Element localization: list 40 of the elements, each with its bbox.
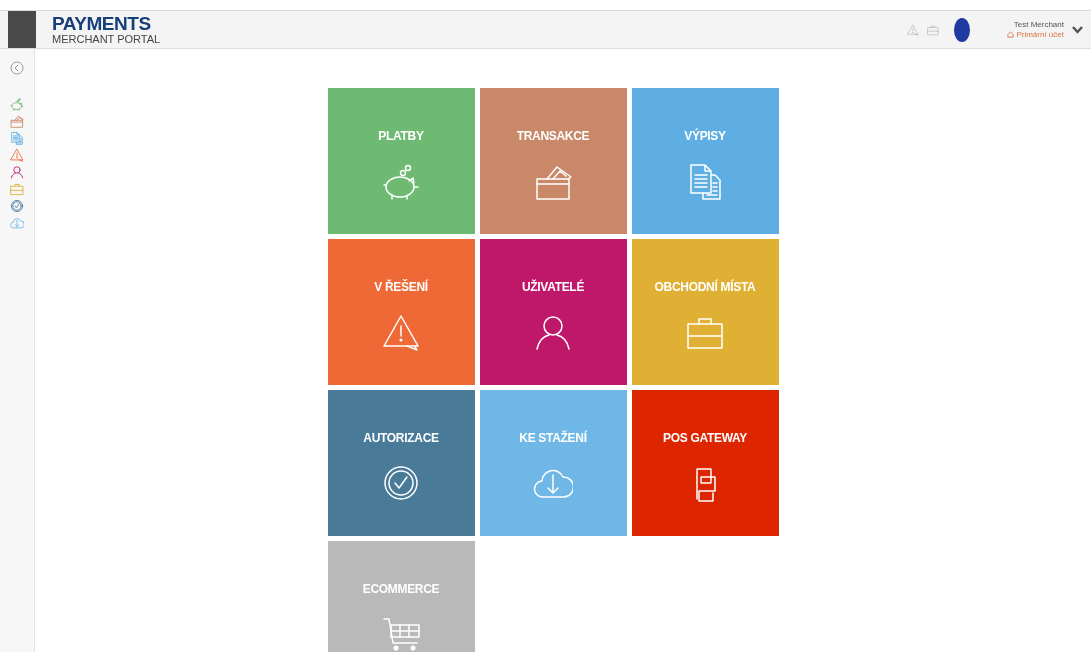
collapse-icon[interactable] [10,61,24,75]
cloud-download-icon [10,216,24,230]
user-icon [10,165,24,179]
tile-label: ECOMMERCE [362,581,440,598]
tile-label: POS GATEWAY [662,430,748,447]
warning-icon [10,148,24,162]
dashboard-tile[interactable]: TRANSAKCE [479,88,627,234]
briefcase-icon [927,23,940,36]
brand-subtitle: MERCHANT PORTAL [52,34,161,45]
tile-label: TRANSAKCE [516,128,590,145]
tile-label: UŽIVATELÉ [521,278,585,296]
warning-icon [907,23,920,36]
tile-label: VÝPISY [684,127,726,145]
dashboard-tile[interactable]: AUTORIZACE [327,390,475,536]
check-badge-icon [381,463,421,503]
dashboard-tile[interactable]: UŽIVATELÉ [479,239,627,385]
documents-icon [10,131,24,145]
dashboard-tile[interactable]: ECOMMERCE [327,541,475,652]
dashboard-tile[interactable]: V ŘEŠENÍ [327,239,475,385]
dashboard-tile[interactable]: KE STAŽENÍ [479,390,627,536]
dashboard-tile[interactable]: OBCHODNÍ MÍSTA [631,239,779,385]
dashboard-tile[interactable]: PLATBY [327,88,475,234]
tile-label: AUTORIZACE [363,430,439,447]
dashboard-tile[interactable]: VÝPISY [631,88,779,234]
account-link[interactable]: Primární účet [1016,29,1064,40]
user-name: Test Merchant [1013,19,1064,30]
piggy-bank-icon [10,97,24,111]
home-icon [1007,31,1015,38]
chevron-down-icon[interactable] [1072,25,1083,34]
tile-label: KE STAŽENÍ [519,429,587,447]
credit-card-icon [10,114,24,128]
dashboard-tile[interactable]: POS GATEWAY [631,390,779,536]
check-badge-icon [10,199,24,213]
tile-label: V ŘEŠENÍ [374,278,428,296]
warning-icon [381,312,421,352]
briefcase-icon [10,182,24,196]
tile-label: OBCHODNÍ MÍSTA [654,278,756,296]
tile-label: PLATBY [378,128,424,145]
avatar[interactable] [953,16,972,43]
brand-title: PAYMENTS [52,14,152,33]
